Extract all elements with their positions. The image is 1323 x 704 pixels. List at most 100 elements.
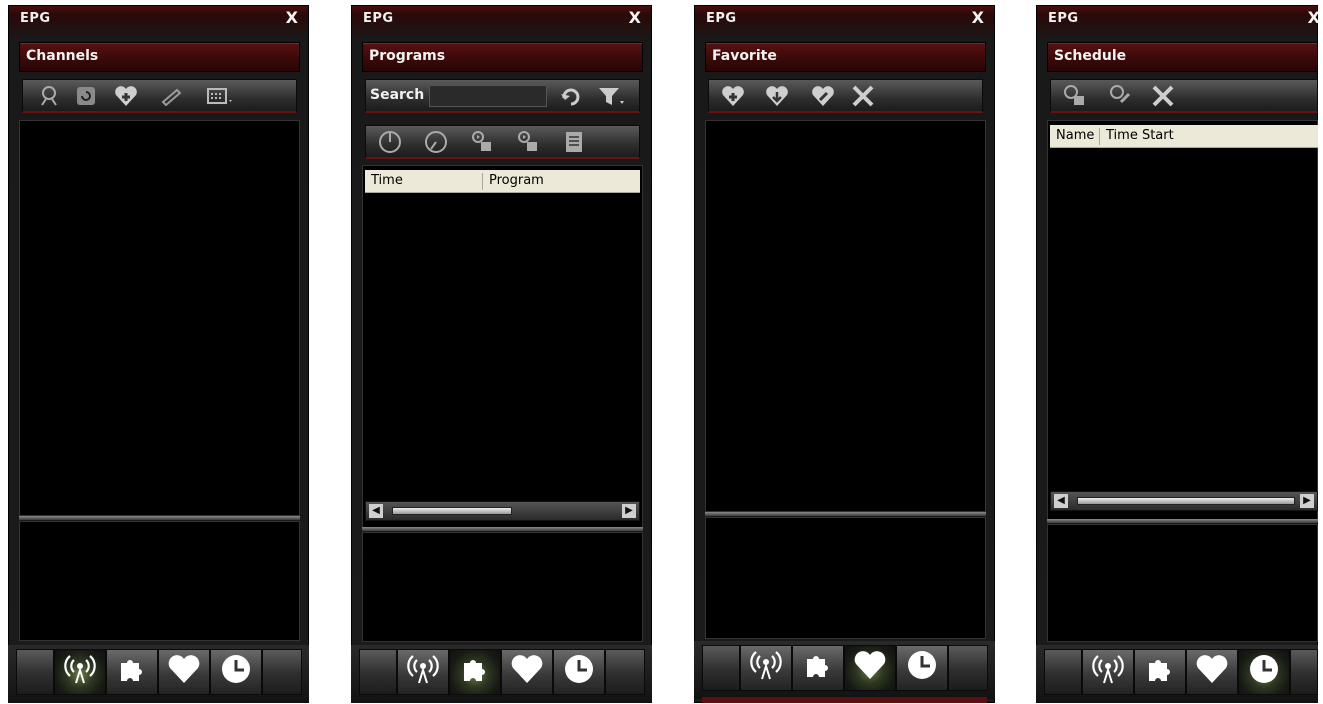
tab-schedule[interactable] xyxy=(210,649,262,695)
delete-icon[interactable] xyxy=(1151,84,1175,108)
scroll-right-arrow[interactable]: ▶ xyxy=(1300,494,1314,508)
close-button[interactable]: X xyxy=(972,8,984,27)
app-title: EPG xyxy=(706,11,737,26)
tab-schedule[interactable] xyxy=(1238,649,1290,695)
clock-alt-icon[interactable] xyxy=(424,130,448,154)
channel-details-pane xyxy=(19,521,300,641)
filter-icon[interactable] xyxy=(596,84,626,108)
tab-channels[interactable] xyxy=(740,645,792,691)
title-bar: EPG X xyxy=(8,5,309,35)
horizontal-scrollbar[interactable]: ◀ ▶ xyxy=(1050,491,1318,511)
tab-spacer-right xyxy=(605,649,645,695)
tab-schedule[interactable] xyxy=(553,649,605,695)
tab-favorite[interactable] xyxy=(501,649,553,695)
tab-favorite[interactable] xyxy=(158,649,210,695)
channel-list[interactable] xyxy=(19,120,300,516)
tab-channels[interactable] xyxy=(397,649,449,695)
tab-channels[interactable] xyxy=(54,649,106,695)
section-header: Programs xyxy=(362,42,643,72)
column-header-time-start[interactable]: Time Start xyxy=(1100,128,1300,145)
tab-bar xyxy=(694,641,995,699)
clock-icon[interactable] xyxy=(378,130,402,154)
puzzle-icon xyxy=(1144,653,1176,691)
splitter[interactable] xyxy=(1047,519,1318,523)
program-column-headers: Time Program xyxy=(365,170,640,193)
section-title: Schedule xyxy=(1054,48,1127,64)
tab-favorite[interactable] xyxy=(1186,649,1238,695)
app-title: EPG xyxy=(20,11,51,26)
clock-icon xyxy=(220,653,252,691)
splitter[interactable] xyxy=(362,527,643,531)
horizontal-scrollbar[interactable]: ◀ ▶ xyxy=(365,501,640,521)
column-header-program[interactable]: Program xyxy=(483,173,633,190)
section-title: Favorite xyxy=(712,48,777,64)
tab-programs[interactable] xyxy=(1134,649,1186,695)
undo-icon[interactable] xyxy=(559,84,583,108)
tab-spacer-left xyxy=(16,649,54,695)
tab-channels[interactable] xyxy=(1082,649,1134,695)
scroll-left-arrow[interactable]: ◀ xyxy=(1054,494,1068,508)
search-label: Search xyxy=(370,87,425,103)
title-bar: EPG X xyxy=(351,5,652,35)
favorite-toolbar xyxy=(708,79,983,113)
schedule-toolbar xyxy=(1050,79,1318,113)
record-icon[interactable] xyxy=(470,130,494,154)
tab-programs[interactable] xyxy=(792,645,844,691)
search-input[interactable] xyxy=(429,85,547,107)
puzzle-icon xyxy=(116,653,148,691)
delete-icon[interactable] xyxy=(851,84,875,108)
edit-schedule-icon[interactable] xyxy=(1109,84,1133,108)
schedule-details-pane xyxy=(1047,524,1318,642)
grid-view-icon[interactable] xyxy=(206,84,236,108)
tab-programs[interactable] xyxy=(449,649,501,695)
tab-spacer-right xyxy=(948,645,988,691)
close-button[interactable]: X xyxy=(286,8,298,27)
tab-favorite[interactable] xyxy=(844,645,896,691)
program-list[interactable] xyxy=(362,165,643,528)
edit-favorite-icon[interactable] xyxy=(811,84,835,108)
close-button[interactable]: X xyxy=(629,8,641,27)
document-icon[interactable] xyxy=(562,130,586,154)
heart-icon xyxy=(167,654,201,690)
tab-schedule[interactable] xyxy=(896,645,948,691)
add-favorite-icon[interactable] xyxy=(114,84,138,108)
heart-icon xyxy=(510,654,544,690)
scroll-thumb[interactable] xyxy=(1077,497,1295,505)
clock-icon xyxy=(906,649,938,687)
program-details-pane xyxy=(362,532,643,642)
column-header-name[interactable]: Name xyxy=(1050,128,1100,145)
tab-programs[interactable] xyxy=(106,649,158,695)
splitter[interactable] xyxy=(19,516,300,520)
scroll-thumb[interactable] xyxy=(392,507,512,515)
close-button[interactable]: X xyxy=(1308,8,1320,27)
refresh-icon[interactable] xyxy=(74,84,98,108)
edit-icon[interactable] xyxy=(160,84,184,108)
splitter[interactable] xyxy=(705,512,986,516)
add-schedule-icon[interactable] xyxy=(1063,84,1087,108)
epg-panel-programs: EPG X Programs Search Time Program ◀ ▶ xyxy=(351,5,652,703)
section-title: Channels xyxy=(26,48,99,64)
app-title: EPG xyxy=(1048,11,1079,26)
heart-icon xyxy=(1195,654,1229,690)
section-header: Channels xyxy=(19,42,300,72)
favorite-list[interactable] xyxy=(705,120,986,512)
heart-icon xyxy=(853,650,887,686)
broadcast-icon xyxy=(406,652,440,692)
title-bar: EPG X xyxy=(694,5,995,35)
column-header-time[interactable]: Time xyxy=(365,173,483,190)
programs-toolbar xyxy=(365,125,640,159)
favorite-details-pane xyxy=(705,517,986,639)
tab-bar xyxy=(351,645,652,703)
move-down-favorite-icon[interactable] xyxy=(765,84,789,108)
tab-bar xyxy=(8,645,309,703)
section-header: Favorite xyxy=(705,42,986,72)
record-alt-icon[interactable] xyxy=(516,130,540,154)
scroll-left-arrow[interactable]: ◀ xyxy=(369,504,383,518)
schedule-list[interactable] xyxy=(1047,120,1318,521)
add-favorite-icon[interactable] xyxy=(721,84,745,108)
search-bar: Search xyxy=(365,79,640,113)
tab-spacer-right xyxy=(262,649,302,695)
scroll-right-arrow[interactable]: ▶ xyxy=(622,504,636,518)
clock-icon xyxy=(1248,653,1280,691)
channel-scan-icon[interactable] xyxy=(37,84,61,108)
